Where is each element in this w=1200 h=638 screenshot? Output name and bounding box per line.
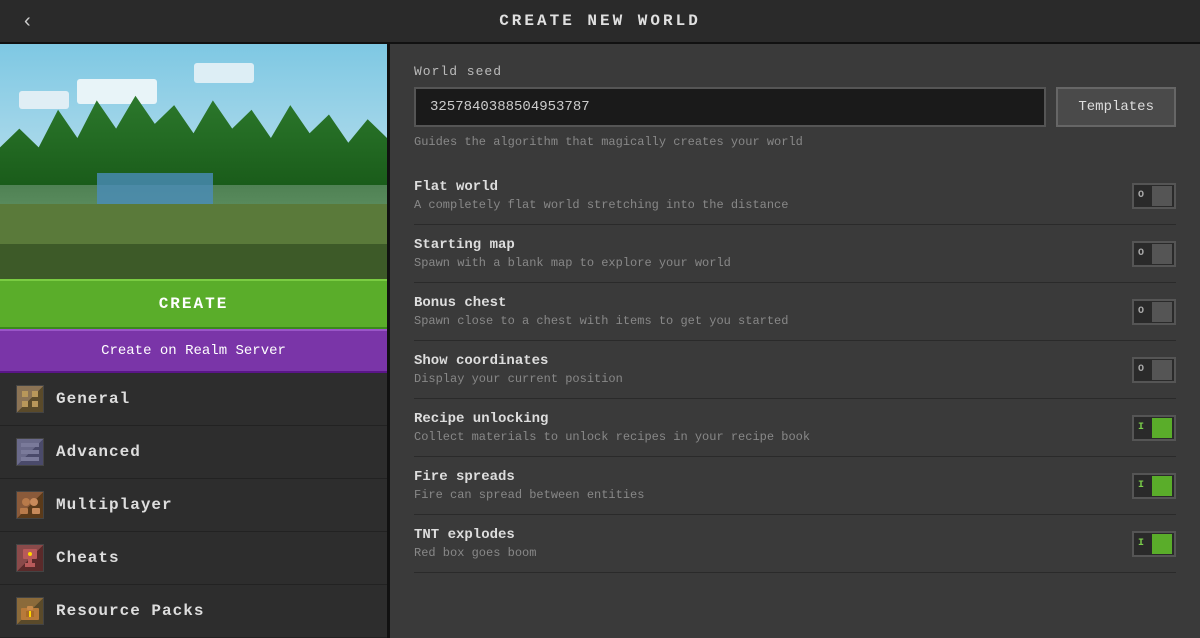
templates-button[interactable]: Templates bbox=[1056, 87, 1176, 127]
setting-row: Bonus chest Spawn close to a chest with … bbox=[414, 283, 1176, 341]
setting-info: Fire spreads Fire can spread between ent… bbox=[414, 469, 644, 502]
toggle-track[interactable]: I bbox=[1132, 415, 1176, 441]
toggle-track[interactable]: O bbox=[1132, 241, 1176, 267]
setting-row: Show coordinates Display your current po… bbox=[414, 341, 1176, 399]
toggle-label: O bbox=[1138, 248, 1144, 259]
toggle-thumb bbox=[1152, 360, 1172, 380]
toggle-switch[interactable]: O bbox=[1132, 183, 1176, 209]
setting-name: Starting map bbox=[414, 237, 731, 253]
toggle-track[interactable]: O bbox=[1132, 183, 1176, 209]
setting-desc: Spawn with a blank map to explore your w… bbox=[414, 256, 731, 270]
sidebar-multiplayer-label: Multiplayer bbox=[56, 496, 173, 514]
toggle-thumb bbox=[1152, 244, 1172, 264]
setting-desc: Collect materials to unlock recipes in y… bbox=[414, 430, 810, 444]
seed-input[interactable] bbox=[414, 87, 1046, 127]
create-button[interactable]: CREATE bbox=[0, 279, 387, 329]
setting-info: TNT explodes Red box goes boom bbox=[414, 527, 536, 560]
setting-desc: Display your current position bbox=[414, 372, 623, 386]
setting-name: Flat world bbox=[414, 179, 788, 195]
toggle-switch[interactable]: I bbox=[1132, 531, 1176, 557]
toggle-switch[interactable]: O bbox=[1132, 241, 1176, 267]
content-area: World seed Templates Guides the algorith… bbox=[390, 44, 1200, 638]
setting-desc: Red box goes boom bbox=[414, 546, 536, 560]
back-button[interactable]: ‹ bbox=[16, 6, 39, 37]
world-seed-label: World seed bbox=[414, 64, 1176, 79]
toggle-label: I bbox=[1138, 422, 1144, 433]
toggle-label: I bbox=[1138, 480, 1144, 491]
toggle-track[interactable]: O bbox=[1132, 357, 1176, 383]
toggle-switch[interactable]: O bbox=[1132, 299, 1176, 325]
setting-row: TNT explodes Red box goes boom I bbox=[414, 515, 1176, 573]
cheats-icon bbox=[16, 544, 44, 572]
toggle-track[interactable]: O bbox=[1132, 299, 1176, 325]
setting-info: Flat world A completely flat world stret… bbox=[414, 179, 788, 212]
resource-packs-icon bbox=[16, 597, 44, 625]
setting-desc: Spawn close to a chest with items to get… bbox=[414, 314, 788, 328]
setting-info: Recipe unlocking Collect materials to un… bbox=[414, 411, 810, 444]
toggle-thumb bbox=[1152, 186, 1172, 206]
setting-name: TNT explodes bbox=[414, 527, 536, 543]
toggle-switch[interactable]: I bbox=[1132, 415, 1176, 441]
setting-row: Fire spreads Fire can spread between ent… bbox=[414, 457, 1176, 515]
toggle-track[interactable]: I bbox=[1132, 531, 1176, 557]
sidebar-item-resource-packs[interactable]: Resource Packs bbox=[0, 585, 387, 638]
sidebar-resource-packs-label: Resource Packs bbox=[56, 602, 204, 620]
toggle-switch[interactable]: O bbox=[1132, 357, 1176, 383]
main-layout: CREATE Create on Realm Server General bbox=[0, 44, 1200, 638]
sidebar-item-advanced[interactable]: Advanced bbox=[0, 426, 387, 479]
setting-info: Bonus chest Spawn close to a chest with … bbox=[414, 295, 788, 328]
toggle-thumb bbox=[1152, 476, 1172, 496]
setting-name: Recipe unlocking bbox=[414, 411, 810, 427]
toggle-thumb bbox=[1152, 302, 1172, 322]
setting-desc: Fire can spread between entities bbox=[414, 488, 644, 502]
setting-row: Recipe unlocking Collect materials to un… bbox=[414, 399, 1176, 457]
toggle-label: O bbox=[1138, 306, 1144, 317]
setting-name: Show coordinates bbox=[414, 353, 623, 369]
seed-row: Templates bbox=[414, 87, 1176, 127]
advanced-icon bbox=[16, 438, 44, 466]
toggle-label: O bbox=[1138, 364, 1144, 375]
toggle-label: O bbox=[1138, 190, 1144, 201]
toggle-label: I bbox=[1138, 538, 1144, 549]
page-title: CREATE NEW WORLD bbox=[499, 12, 701, 30]
seed-hint: Guides the algorithm that magically crea… bbox=[414, 135, 1176, 149]
toggle-thumb bbox=[1152, 534, 1172, 554]
sidebar: CREATE Create on Realm Server General bbox=[0, 44, 390, 638]
settings-list: Flat world A completely flat world stret… bbox=[414, 167, 1176, 573]
sidebar-advanced-label: Advanced bbox=[56, 443, 141, 461]
setting-info: Starting map Spawn with a blank map to e… bbox=[414, 237, 731, 270]
setting-desc: A completely flat world stretching into … bbox=[414, 198, 788, 212]
multiplayer-icon bbox=[16, 491, 44, 519]
toggle-switch[interactable]: I bbox=[1132, 473, 1176, 499]
setting-row: Flat world A completely flat world stret… bbox=[414, 167, 1176, 225]
general-icon bbox=[16, 385, 44, 413]
setting-row: Starting map Spawn with a blank map to e… bbox=[414, 225, 1176, 283]
sidebar-cheats-label: Cheats bbox=[56, 549, 120, 567]
setting-info: Show coordinates Display your current po… bbox=[414, 353, 623, 386]
toggle-track[interactable]: I bbox=[1132, 473, 1176, 499]
realm-button[interactable]: Create on Realm Server bbox=[0, 329, 387, 373]
setting-name: Bonus chest bbox=[414, 295, 788, 311]
header: ‹ CREATE NEW WORLD bbox=[0, 0, 1200, 44]
sidebar-general-label: General bbox=[56, 390, 130, 408]
setting-name: Fire spreads bbox=[414, 469, 644, 485]
toggle-thumb bbox=[1152, 418, 1172, 438]
world-preview bbox=[0, 44, 387, 279]
sidebar-item-cheats[interactable]: Cheats bbox=[0, 532, 387, 585]
sidebar-item-multiplayer[interactable]: Multiplayer bbox=[0, 479, 387, 532]
nav-items: General Advanced bbox=[0, 373, 387, 638]
sidebar-item-general[interactable]: General bbox=[0, 373, 387, 426]
